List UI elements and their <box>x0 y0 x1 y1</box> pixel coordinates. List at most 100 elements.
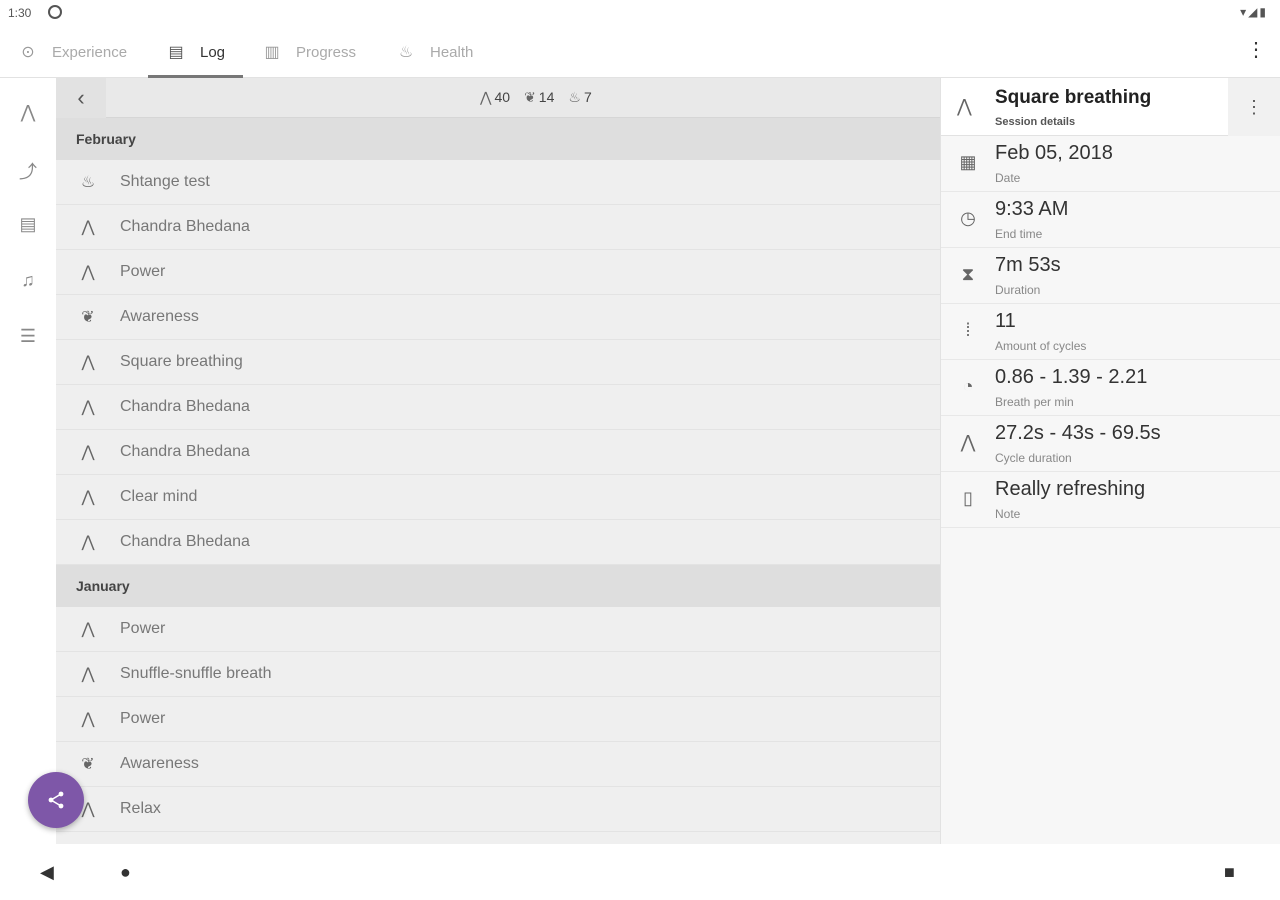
bell-icon[interactable]: ♫ <box>16 270 40 291</box>
top-tab-bar: ⊙ Experience ▤ Log ▥ Progress ♨ Health ⋮ <box>0 26 1280 78</box>
list-item[interactable]: ⋀ Power <box>56 607 940 652</box>
session-type-icon: ♨ <box>80 174 96 191</box>
session-type-icon: ⋀ <box>81 354 95 371</box>
list-item[interactable]: ⋀ Power <box>56 697 940 742</box>
list-item[interactable]: ⋀ Chandra Bhedana <box>56 385 940 430</box>
list-item[interactable]: ⋀ Relax <box>56 787 940 832</box>
meditation-count: ❦ 14 <box>524 89 555 105</box>
session-name: Power <box>120 710 166 727</box>
session-name: Chandra Bhedana <box>120 443 250 460</box>
detail-row-duration: ⧗ 7m 53s Duration <box>941 248 1280 304</box>
tab-label: Progress <box>296 43 357 61</box>
detail-value: 27.2s - 43s - 69.5s <box>995 422 1161 444</box>
lotus-icon: ❦ <box>524 89 536 105</box>
tab-log[interactable]: ▤ Log <box>147 26 244 78</box>
detail-label: Date <box>995 171 1021 185</box>
detail-label: Note <box>995 507 1021 521</box>
status-time: 1:30 <box>8 6 32 20</box>
settings-status-icon <box>48 5 62 19</box>
detail-value: Really refreshing <box>995 478 1146 500</box>
session-name: Chandra Bhedana <box>120 218 250 235</box>
list-item[interactable]: ⋀ Chandra Bhedana <box>56 520 940 565</box>
status-bar: 1:30 ▾◢▮ <box>0 0 1280 26</box>
session-name: Power <box>120 263 166 280</box>
session-name: Power <box>120 620 166 637</box>
detail-subtitle: Session details <box>995 116 1076 128</box>
nav-back-icon[interactable]: ◀ <box>40 862 54 883</box>
detail-row-note: ▯ Really refreshing Note <box>941 472 1280 528</box>
share-button[interactable] <box>28 772 84 828</box>
session-name: Square breathing <box>120 353 243 370</box>
detail-overflow-menu-icon[interactable]: ⋮ <box>1228 78 1280 136</box>
list-item[interactable]: ⋀ Power <box>56 250 940 295</box>
breathing-count: ⋀ 40 <box>480 89 511 105</box>
detail-row-breath-rate: ◔ 0.86 - 1.39 - 2.21 Breath per min <box>941 360 1280 416</box>
tab-health[interactable]: ♨ Health <box>396 26 474 78</box>
session-type-icon: ⋀ <box>81 489 95 506</box>
list-item[interactable]: ⋀ Square breathing <box>56 340 940 385</box>
detail-value: 9:33 AM <box>995 198 1069 220</box>
month-header: February <box>56 118 940 160</box>
session-detail-pane: ⋀ Square breathing Session details ⋮ ▦ F… <box>940 78 1280 844</box>
bars-icon: ⁞ <box>965 320 971 340</box>
list-item[interactable]: ⋀ Clear mind <box>56 475 940 520</box>
nav-home-icon[interactable]: ● <box>120 862 131 883</box>
sliders-icon[interactable]: ☰ <box>16 326 40 347</box>
session-type-icon: ⋀ <box>81 219 95 236</box>
list-item[interactable]: ⋀ Chandra Bhedana <box>56 430 940 475</box>
session-name: Awareness <box>120 755 199 772</box>
session-type-icon: ⋀ <box>81 444 95 461</box>
breathing-lungs-icon[interactable]: ⋀ <box>16 102 40 123</box>
share-icon <box>48 791 64 809</box>
nav-rail: ⋀ ⤴ ▤ ♫ ☰ <box>0 78 56 844</box>
system-nav-bar: ◀ ● ■ <box>0 844 1280 900</box>
month-header: January <box>56 565 940 607</box>
tab-label: Health <box>430 43 474 61</box>
session-name: Shtange test <box>120 173 210 190</box>
session-name: Snuffle-snuffle breath <box>120 665 272 682</box>
system-status-icons: ▾◢▮ <box>1240 5 1268 19</box>
health-icon: ♨ <box>398 44 414 61</box>
session-type-icon: ⋀ <box>81 666 95 683</box>
detail-row-cycles: ⁞ 11 Amount of cycles <box>941 304 1280 360</box>
session-type-icon: ❦ <box>81 756 95 773</box>
detail-value: 11 <box>995 310 1016 332</box>
list-header: ‹ ⋀ 40 ❦ 14 ♨ 7 <box>56 78 940 118</box>
session-type-icon: ⋀ <box>81 621 95 638</box>
list-item[interactable]: ⋀ Chandra Bhedana <box>56 205 940 250</box>
overflow-menu-icon[interactable]: ⋮ <box>1246 40 1266 60</box>
tab-progress[interactable]: ▥ Progress <box>262 26 356 78</box>
detail-row-cycle-duration: ⋀ 27.2s - 43s - 69.5s Cycle duration <box>941 416 1280 472</box>
detail-label: Cycle duration <box>995 451 1072 465</box>
session-type-icon: ⋀ <box>81 399 95 416</box>
list-item[interactable]: ♨ Shtange test <box>56 160 940 205</box>
chart-path-icon[interactable]: ⤴ <box>16 158 40 184</box>
detail-label: Breath per min <box>995 395 1074 409</box>
detail-header: ⋀ Square breathing Session details ⋮ <box>941 78 1280 136</box>
hourglass-icon: ⧗ <box>961 264 975 284</box>
list-item[interactable]: ❦ Awareness <box>56 742 940 787</box>
back-chevron-icon[interactable]: ‹ <box>56 78 106 118</box>
tab-label: Log <box>200 43 226 61</box>
session-name: Clear mind <box>120 488 198 505</box>
detail-value: 7m 53s <box>995 254 1061 276</box>
log-list-icon[interactable]: ▤ <box>16 214 40 235</box>
session-name: Relax <box>120 800 161 817</box>
list-item[interactable]: ❦ Awareness <box>56 295 940 340</box>
list-item[interactable]: ⋀ Snuffle-snuffle breath <box>56 652 940 697</box>
clock-icon: ◷ <box>960 208 976 228</box>
calendar-icon: ▦ <box>959 152 977 172</box>
session-type-icon: ❦ <box>81 309 95 326</box>
heart-icon: ♨ <box>568 89 581 105</box>
detail-value: Feb 05, 2018 <box>995 142 1113 164</box>
tab-experience[interactable]: ⊙ Experience <box>18 26 127 78</box>
detail-label: End time <box>995 227 1043 241</box>
log-list-pane: ‹ ⋀ 40 ❦ 14 ♨ 7 February ♨ Shtange test ⋀ Cha… <box>56 78 940 844</box>
lungs-icon: ⋀ <box>957 96 972 116</box>
nav-recents-icon[interactable]: ■ <box>1224 862 1235 883</box>
session-name: Awareness <box>120 308 199 325</box>
detail-title: Square breathing <box>995 87 1152 108</box>
wave-icon: ⋀ <box>960 432 976 452</box>
detail-row-date: ▦ Feb 05, 2018 Date <box>941 136 1280 192</box>
session-name: Chandra Bhedana <box>120 398 250 415</box>
